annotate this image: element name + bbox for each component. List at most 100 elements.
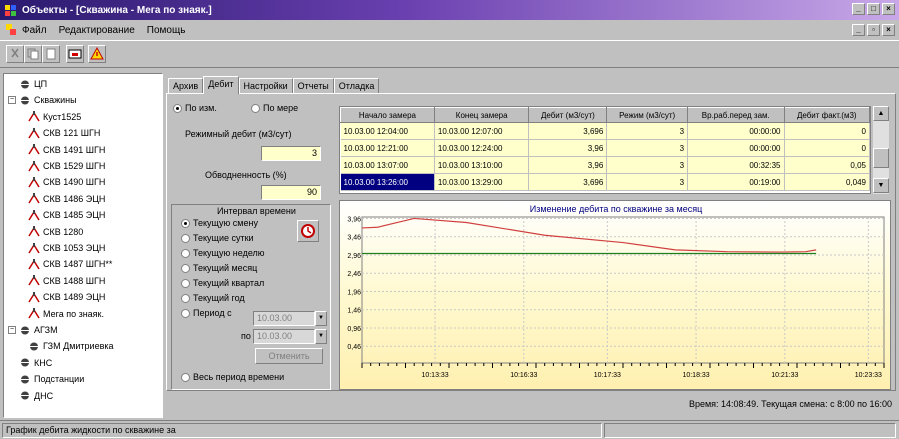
expand-icon[interactable]: − — [8, 326, 16, 334]
tree-item[interactable]: ДНС — [8, 390, 53, 402]
tree-item[interactable]: СКВ 1487 ШГН** — [28, 258, 112, 270]
node-icon — [21, 358, 29, 367]
interval-radio[interactable]: Текущую неделю — [181, 248, 265, 259]
tree-item-label: КНС — [34, 357, 53, 368]
tree-item[interactable]: СКВ 1486 ЭЦН — [28, 193, 105, 205]
mode-debit-field[interactable]: 3 — [261, 146, 321, 161]
tree-item[interactable]: − АГЗМ — [8, 324, 58, 336]
window-titlebar[interactable]: Объекты - [Скважина - Мега по знаяк.] _ … — [0, 0, 899, 20]
pump-icon — [28, 308, 40, 319]
column-header[interactable]: Вр.раб.перед зам. — [687, 107, 785, 123]
cut-icon — [11, 48, 19, 58]
interval-radio[interactable]: Текущий квартал — [181, 278, 264, 289]
table-cell: 3 — [606, 122, 689, 140]
alert-button[interactable] — [88, 45, 106, 63]
tree-item[interactable]: Подстанции — [8, 373, 84, 385]
tree-item[interactable]: ЦП — [8, 78, 47, 90]
table-scrollbar[interactable]: ▲ ▼ — [873, 106, 889, 194]
plot-area — [361, 216, 885, 364]
minimize-button[interactable]: _ — [852, 3, 865, 15]
interval-radio[interactable]: Период с — [181, 308, 232, 319]
period-from-field[interactable]: 10.03.00 — [253, 311, 315, 326]
table-cell: 0 — [784, 139, 870, 157]
radio-by-time[interactable]: По мере — [251, 103, 298, 114]
tree-item[interactable]: Куст1525 — [28, 111, 81, 123]
interval-title: Интервал времени — [217, 206, 296, 216]
pump-icon — [28, 291, 40, 303]
measurements-table[interactable]: Начало замера Конец замера Дебит (м3/сут) Р… — [339, 106, 871, 194]
column-header[interactable]: Дебит (м3/сут) — [528, 107, 608, 123]
table-row[interactable]: 10.03.00 12:21:00 10.03.00 12:24:00 3,96 3 0… — [340, 139, 870, 157]
tree-item[interactable]: СКВ 1488 ШГН — [28, 275, 105, 287]
close-button[interactable]: × — [882, 3, 895, 15]
column-header[interactable]: Режим (м3/сут) — [606, 107, 689, 123]
tree-item[interactable]: СКВ 1053 ЭЦН — [28, 242, 105, 254]
table-cell: 00:32:35 — [687, 156, 785, 174]
maximize-button[interactable]: □ — [867, 3, 880, 15]
mdi-close-button[interactable]: × — [882, 24, 895, 36]
tab-settings[interactable]: Настройки — [238, 78, 293, 94]
table-cell: 10.03.00 12:04:00 — [340, 122, 435, 140]
expand-icon[interactable]: − — [8, 96, 16, 105]
print-button[interactable] — [66, 45, 84, 63]
cut-button[interactable] — [6, 45, 24, 63]
table-cell: 10.03.00 13:07:00 — [340, 156, 435, 174]
tree-item[interactable]: СКВ 1491 ШГН — [28, 144, 105, 156]
tree-item[interactable]: СКВ 1490 ШГН — [28, 176, 105, 188]
radio-dot — [181, 234, 190, 244]
tab-debug[interactable]: Отладка — [333, 78, 380, 94]
radio-dot — [181, 249, 190, 259]
interval-radio[interactable]: Текущий год — [181, 293, 245, 304]
tab-archive[interactable]: Архив — [168, 78, 204, 94]
interval-radio[interactable]: Текущий месяц — [181, 263, 257, 274]
app-icon — [5, 5, 16, 16]
paste-button[interactable] — [42, 45, 60, 63]
tree-item-label: СКВ 1491 ШГН — [43, 144, 106, 155]
node-icon — [21, 80, 29, 88]
tree-item[interactable]: − Скважины — [8, 94, 77, 106]
period-to-dropdown[interactable]: ▼ — [315, 329, 327, 344]
tree-item[interactable]: СКВ 1485 ЭЦН — [28, 209, 105, 221]
node-icon — [21, 391, 29, 400]
tree-item-label: Скважины — [34, 95, 77, 106]
tab-debit[interactable]: Дебит — [203, 76, 239, 94]
tree-item[interactable]: СКВ 1489 ЭЦН — [28, 291, 105, 303]
column-header[interactable]: Дебит факт.(м3) — [783, 107, 870, 123]
time-status: Время: 14:08:49. Текущая смена: с 8:00 п… — [688, 399, 892, 409]
table-cell: 10.03.00 12:24:00 — [434, 139, 530, 157]
mdi-restore-button[interactable]: ▫ — [867, 24, 880, 36]
table-cell: 10.03.00 13:29:00 — [434, 173, 530, 191]
tree-item-label: СКВ 1486 ЭЦН — [43, 193, 106, 204]
tree-item-label: ЦП — [34, 79, 48, 89]
column-header[interactable]: Конец замера — [433, 107, 530, 123]
menu-item-edit[interactable]: Редактирование — [59, 25, 135, 36]
tree-item[interactable]: СКВ 121 ШГН — [28, 127, 100, 139]
table-row[interactable]: 10.03.00 13:26:00 10.03.00 13:29:00 3,696 3… — [340, 173, 870, 191]
scroll-thumb[interactable] — [873, 148, 889, 168]
object-tree[interactable]: ЦП − Скважины Куст1525 СКВ 121 ШГН СКВ 1491 Ш… — [3, 73, 163, 418]
period-from-dropdown[interactable]: ▼ — [315, 311, 327, 326]
tree-item[interactable]: КНС — [8, 357, 52, 369]
scroll-down-button[interactable]: ▼ — [873, 178, 889, 193]
interval-radio[interactable]: Текущие сутки — [181, 233, 254, 244]
tab-reports[interactable]: Отчеты — [292, 78, 334, 94]
tree-item[interactable]: СКВ 1529 ШГН — [28, 160, 105, 172]
refresh-button[interactable] — [297, 220, 319, 242]
menu-item-help[interactable]: Помощь — [147, 25, 186, 36]
radio-by-meas[interactable]: По изм. — [173, 103, 217, 114]
tree-item[interactable]: Мега по знаяк. — [28, 308, 104, 320]
interval-radio[interactable]: Текущую смену — [181, 218, 258, 229]
mdi-minimize-button[interactable]: _ — [852, 24, 865, 36]
table-row[interactable]: 10.03.00 12:04:00 10.03.00 12:07:00 3,696 3… — [340, 122, 870, 140]
cancel-button[interactable]: Отменить — [255, 348, 323, 364]
scroll-up-button[interactable]: ▲ — [873, 106, 889, 121]
radio-all-time[interactable]: Весь период времени — [181, 372, 284, 383]
water-cut-field[interactable]: 90 — [261, 185, 321, 200]
column-header[interactable]: Начало замера — [340, 107, 435, 123]
tree-item[interactable]: СКВ 1280 — [28, 226, 83, 238]
table-row[interactable]: 10.03.00 13:07:00 10.03.00 13:10:00 3,96 3 0… — [340, 156, 870, 174]
copy-button[interactable] — [24, 45, 42, 63]
period-to-field[interactable]: 10.03.00 — [253, 329, 315, 344]
menu-item-file[interactable]: Файл — [22, 25, 47, 36]
tree-item[interactable]: ГЗМ Дмитриевка — [28, 340, 114, 352]
